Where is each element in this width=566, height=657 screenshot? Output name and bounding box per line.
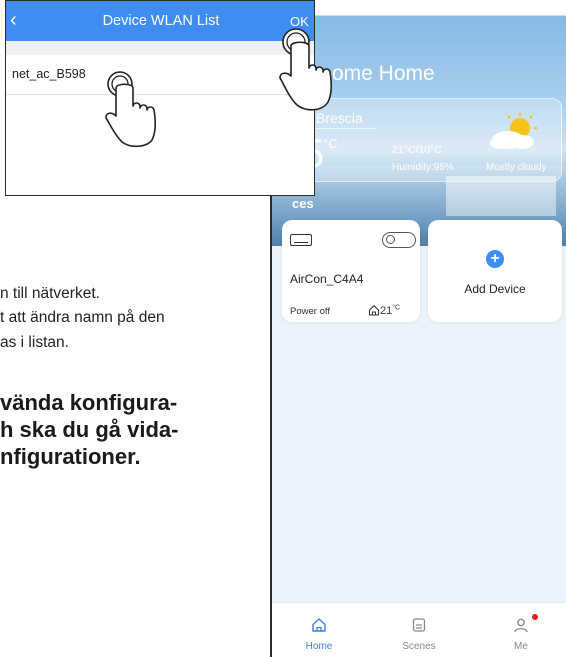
indoor-temperature: 21°C xyxy=(368,304,400,317)
tab-scenes[interactable]: Scenes xyxy=(384,603,454,657)
manual-line: n till nätverket. xyxy=(0,285,100,302)
scenes-icon xyxy=(412,618,426,632)
tab-label: Me xyxy=(514,641,528,652)
weather-humidity: Humidity:95% xyxy=(392,162,454,173)
home-icon xyxy=(368,305,380,316)
divider xyxy=(316,128,376,129)
weather-range: 21°C/10°C xyxy=(392,144,442,156)
manual-bold-line: vända konfigura- xyxy=(0,390,178,415)
air-conditioner-icon xyxy=(290,234,312,246)
temperature-value: 21 xyxy=(380,305,393,317)
building-background xyxy=(446,176,556,216)
home-icon xyxy=(312,618,326,632)
bottom-tab-bar: Home Scenes Me xyxy=(272,602,566,657)
partly-cloudy-icon xyxy=(490,113,537,149)
tab-label: Scenes xyxy=(402,641,436,652)
plus-icon: + xyxy=(486,250,504,268)
tab-label: Home xyxy=(305,641,333,652)
device-name: AirCon_C4A4 xyxy=(290,272,364,286)
device-card-aircon[interactable]: AirCon_C4A4 Power off 21°C xyxy=(282,220,420,322)
manual-bold-line: nfigurationer. xyxy=(0,444,141,469)
weather-description: Mostly cloudy xyxy=(486,162,547,173)
notification-dot xyxy=(532,614,538,620)
toggle-knob xyxy=(386,235,395,244)
wlan-network-name: net_ac_B598 xyxy=(12,67,86,81)
tap-hand-icon xyxy=(105,71,157,148)
temperature-unit: °C xyxy=(392,304,401,312)
tab-home[interactable]: Home xyxy=(284,603,354,657)
person-icon xyxy=(514,618,528,633)
tap-hand-icon xyxy=(279,28,333,111)
manual-line: as i listan. xyxy=(0,334,69,351)
manual-bold-line: h ska du gå vida- xyxy=(0,417,179,442)
device-status: Power off xyxy=(290,306,330,317)
power-toggle[interactable] xyxy=(382,232,416,248)
add-device-card[interactable]: + Add Device xyxy=(428,220,562,322)
add-device-label: Add Device xyxy=(464,282,526,296)
weather-unit: °C xyxy=(323,136,338,151)
tab-me[interactable]: Me xyxy=(486,603,556,657)
manual-line: t att ändra namn på den xyxy=(0,309,165,326)
devices-section-label: ces xyxy=(292,196,314,211)
